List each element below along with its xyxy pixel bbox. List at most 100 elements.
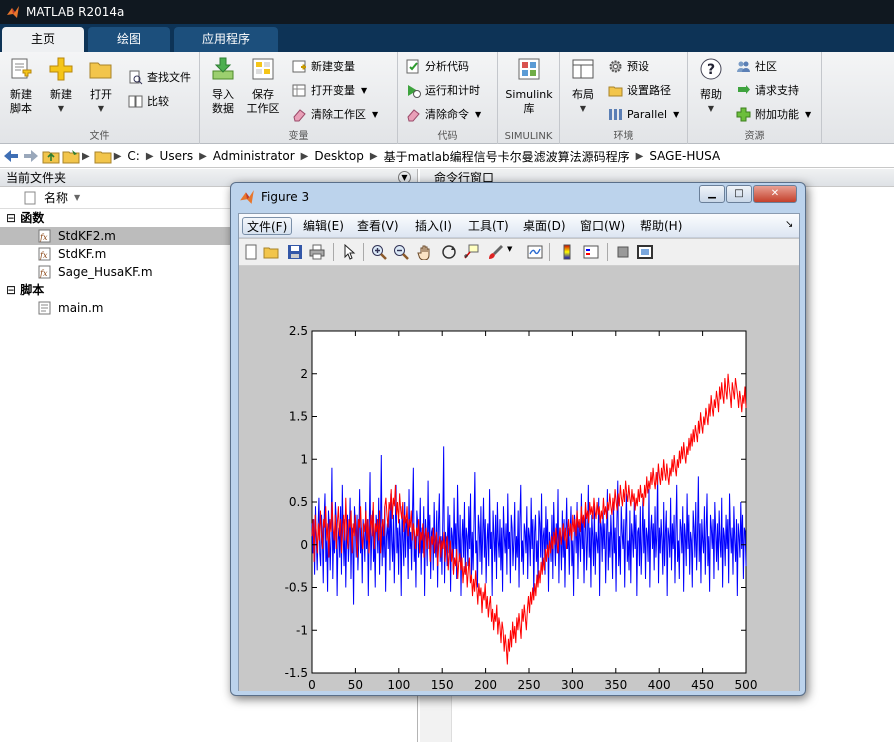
breadcrumb-desktop[interactable]: Desktop (314, 149, 364, 163)
preferences-button[interactable]: 预设 (608, 56, 649, 76)
save-icon[interactable] (287, 244, 303, 260)
add-ons-dropdown-icon: ▼ (805, 109, 812, 119)
colorbar-icon[interactable] (559, 244, 575, 260)
pointer-icon[interactable] (341, 244, 357, 260)
set-path-button[interactable]: 设置路径 (608, 80, 671, 100)
maximize-icon[interactable]: □ (726, 185, 752, 203)
x-tick-label: 250 (518, 678, 541, 691)
breadcrumb-drive[interactable]: C: (127, 149, 139, 163)
open-file-icon[interactable] (263, 244, 279, 260)
menu-desktop[interactable]: 桌面(D) (519, 217, 570, 235)
section-caption-variable: 变量 (288, 131, 309, 142)
browse-folder-icon[interactable] (62, 147, 80, 165)
menu-view[interactable]: 查看(V) (353, 217, 403, 235)
ribbon-section-simulink: Simulink 库 SIMULINK (498, 52, 560, 144)
sort-arrow-icon: ▼ (74, 193, 81, 202)
clear-commands-button[interactable]: 清除命令 ▼ (406, 104, 481, 124)
compare-button[interactable]: 比较 (128, 91, 169, 111)
script-file-icon (38, 301, 51, 315)
breadcrumb-administrator[interactable]: Administrator (213, 149, 295, 163)
section-caption-file: 文件 (89, 131, 110, 142)
simulink-library-icon (518, 58, 540, 80)
legend-icon[interactable] (583, 244, 599, 260)
current-folder-title: 当前文件夹 (6, 171, 67, 185)
tab-home[interactable]: 主页 (2, 27, 84, 52)
open-button[interactable]: 打开 ▼ (84, 56, 118, 116)
import-data-button[interactable]: 导入 数据 (206, 56, 240, 116)
data-cursor-icon[interactable] (463, 244, 479, 260)
folder-open-icon (89, 62, 112, 79)
minimize-icon[interactable]: ▁ (699, 185, 725, 203)
breadcrumb-project-folder[interactable]: 基于matlab编程信号卡尔曼滤波算法源码程序 (384, 148, 630, 165)
toolbar-separator (363, 243, 364, 261)
zoom-out-icon[interactable] (393, 244, 409, 260)
figure-window[interactable]: Figure 3 ▁ □ ✕ 文件(F) 编辑(E) 查看(V) 插入(I) 工… (230, 182, 806, 696)
y-tick-label: -1 (296, 623, 308, 637)
address-separator: ▶ (145, 150, 154, 162)
link-plot-icon[interactable] (527, 244, 543, 260)
simulink-library-button[interactable]: Simulink 库 (502, 56, 556, 116)
menu-edit[interactable]: 编辑(E) (299, 217, 348, 235)
help-label: 帮助 (700, 88, 722, 101)
forward-arrow-icon[interactable] (22, 147, 40, 165)
save-workspace-button[interactable]: 保存 工作区 (246, 56, 280, 116)
new-script-button[interactable]: 新建 脚本 (4, 56, 38, 116)
community-button[interactable]: 社区 (736, 56, 777, 76)
up-folder-icon[interactable] (42, 147, 60, 165)
open-variable-dropdown-icon: ▼ (361, 85, 368, 95)
rotate-3d-icon[interactable] (441, 244, 457, 260)
address-separator: ▶ (635, 150, 644, 162)
x-tick-label: 100 (387, 678, 410, 691)
help-button[interactable]: ? 帮助 ▼ (694, 56, 728, 116)
menu-tools[interactable]: 工具(T) (464, 217, 513, 235)
menu-insert[interactable]: 插入(I) (411, 217, 456, 235)
x-tick-label: 150 (431, 678, 454, 691)
breadcrumb-users[interactable]: Users (160, 149, 194, 163)
layout-label: 布局 (572, 88, 594, 101)
layout-button[interactable]: 布局 ▼ (566, 56, 600, 116)
menu-help[interactable]: 帮助(H) (636, 217, 686, 235)
analyze-code-button[interactable]: 分析代码 (406, 56, 469, 76)
menu-file[interactable]: 文件(F) (242, 217, 293, 235)
file-name: StdKF.m (58, 247, 107, 261)
clear-workspace-label: 清除工作区 (311, 108, 366, 121)
brush-dropdown-icon[interactable]: ▼ (507, 245, 512, 253)
request-support-button[interactable]: 请求支持 (736, 80, 799, 100)
group-collapse-icon[interactable]: ⊟ (6, 209, 16, 227)
name-column-label: 名称 (44, 191, 69, 205)
breadcrumb-sage-husa[interactable]: SAGE-HUSA (649, 149, 720, 163)
menu-window[interactable]: 窗口(W) (576, 217, 629, 235)
close-icon[interactable]: ✕ (753, 185, 797, 203)
parallel-button[interactable]: Parallel ▼ (608, 104, 679, 124)
new-button[interactable]: 新建 ▼ (44, 56, 78, 116)
x-tick-label: 350 (604, 678, 627, 691)
add-ons-icon (736, 107, 751, 121)
show-plot-tools-icon[interactable] (637, 244, 653, 260)
print-icon[interactable] (309, 244, 325, 260)
new-plus-icon (49, 57, 73, 81)
tab-plots[interactable]: 绘图 (88, 27, 170, 52)
y-tick-label: 2.5 (289, 324, 308, 338)
add-ons-button[interactable]: 附加功能 ▼ (736, 104, 811, 124)
zoom-in-icon[interactable] (371, 244, 387, 260)
compare-icon (128, 95, 143, 107)
open-variable-button[interactable]: 打开变量 ▼ (292, 80, 367, 100)
new-figure-icon[interactable] (243, 244, 259, 260)
function-file-icon: fx (38, 229, 51, 243)
svg-text:fx: fx (39, 251, 48, 260)
run-and-time-button[interactable]: 运行和计时 (406, 80, 480, 100)
find-files-button[interactable]: 查找文件 (128, 67, 191, 87)
brush-icon[interactable] (487, 244, 503, 260)
set-path-icon (608, 86, 623, 96)
new-variable-button[interactable]: 新建变量 (292, 56, 355, 76)
hide-plot-tools-icon[interactable] (615, 244, 631, 260)
menu-dock-arrow-icon[interactable]: ↘ (785, 219, 793, 230)
section-caption-code: 代码 (437, 131, 458, 142)
ribbon-section-file: 新建 脚本 新建 ▼ 打开 ▼ 查找文件 比较 文件 (0, 52, 200, 144)
group-collapse-icon[interactable]: ⊟ (6, 281, 16, 299)
tab-apps[interactable]: 应用程序 (174, 27, 278, 52)
back-arrow-icon[interactable] (2, 147, 20, 165)
pan-hand-icon[interactable] (417, 244, 433, 260)
plot-area[interactable]: 0 50 100 150 200 250 300 350 400 450 500 -1.5 -1 -0.5… (239, 267, 799, 691)
clear-workspace-button[interactable]: 清除工作区 ▼ (292, 104, 378, 124)
